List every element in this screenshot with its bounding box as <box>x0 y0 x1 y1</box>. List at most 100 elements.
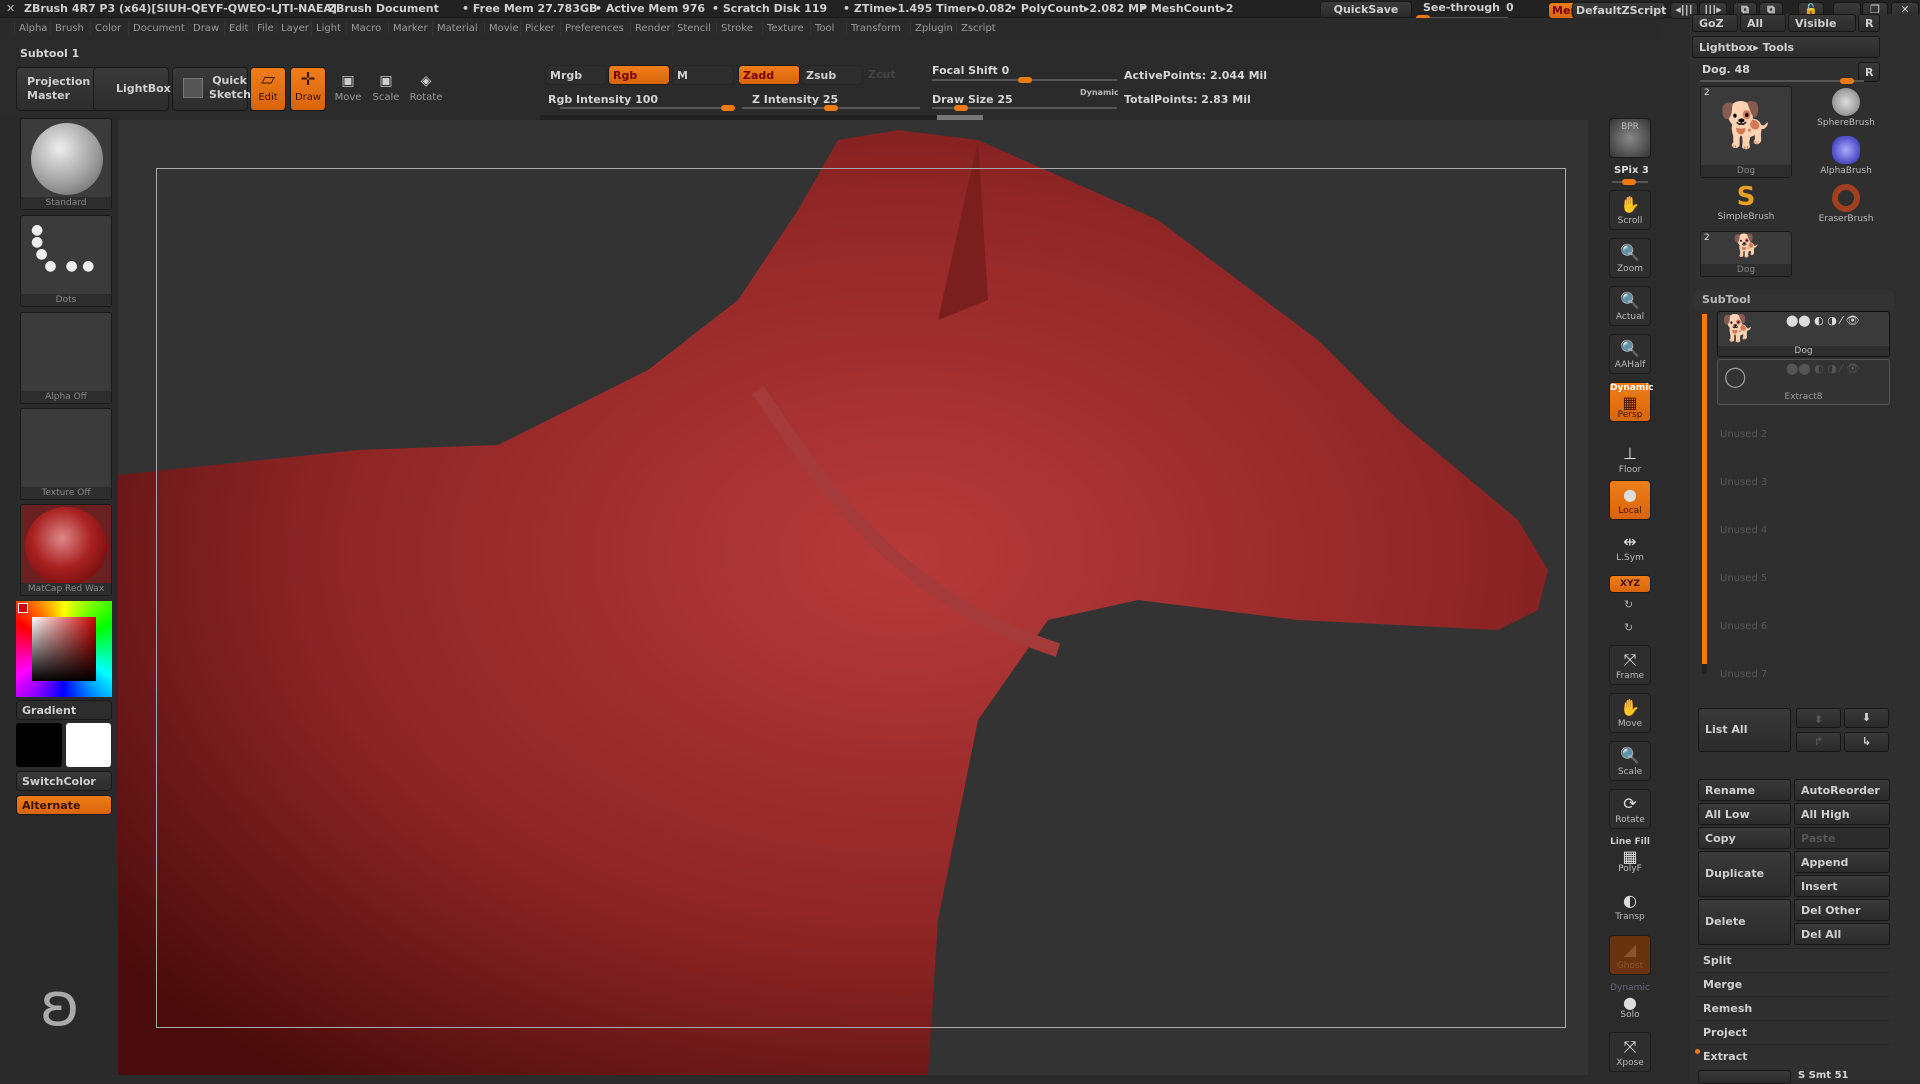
menu-stroke[interactable]: Stroke <box>716 22 757 35</box>
all-button[interactable]: All <box>1740 14 1786 32</box>
mrgb-button[interactable]: Mrgb <box>545 65 607 85</box>
dynamic-toggle[interactable]: Dynamic <box>1080 88 1119 97</box>
zcut-button[interactable]: Zcut <box>868 68 896 81</box>
tool-r-button[interactable]: R <box>1858 62 1880 82</box>
menu-file[interactable]: File <box>252 22 278 35</box>
rgb-button[interactable]: Rgb <box>608 65 670 85</box>
goz-button[interactable]: GoZ <box>1692 14 1738 32</box>
default-zscript-button[interactable]: DefaultZScript <box>1572 2 1666 19</box>
menu-material[interactable]: Material <box>432 22 482 35</box>
move-button[interactable]: ▣ Move <box>330 70 366 110</box>
rotate-y-icon[interactable]: ↻ <box>1624 598 1633 611</box>
tool-slider[interactable] <box>1700 78 1864 84</box>
move-button-shelf[interactable]: ✋ Move <box>1609 693 1651 733</box>
persp-button[interactable]: Dynamic ▦ Persp <box>1609 382 1654 422</box>
extract-section[interactable]: Extract <box>1695 1044 1890 1066</box>
move-down-icon[interactable]: ⬇ <box>1844 708 1889 728</box>
insert-button[interactable]: Insert <box>1794 875 1890 897</box>
transp-button[interactable]: ◐ Transp <box>1609 887 1651 927</box>
menu-color[interactable]: Color <box>90 22 125 35</box>
draw-size-slider[interactable] <box>932 105 1117 111</box>
solo-button[interactable]: Dynamic ● Solo <box>1609 983 1651 1023</box>
project-section[interactable]: Project <box>1695 1020 1890 1042</box>
draw-button[interactable]: ✛ Draw <box>290 67 326 111</box>
menu-zplugin[interactable]: Zplugin <box>910 22 957 35</box>
tool-simplebrush[interactable]: S SimpleBrush <box>1702 182 1790 230</box>
stroke-thumbnail[interactable]: ● ● ● ● ● ● Dots <box>20 215 112 307</box>
menu-render[interactable]: Render <box>630 22 675 35</box>
focal-shift-slider[interactable] <box>932 77 1117 83</box>
copy-button[interactable]: Copy <box>1698 827 1791 849</box>
visible-button[interactable]: Visible <box>1788 14 1856 32</box>
scale-button-shelf[interactable]: 🔍 Scale <box>1609 741 1651 781</box>
local-button[interactable]: ● Local <box>1609 480 1651 520</box>
frame-button[interactable]: ⤧ Frame <box>1609 645 1651 685</box>
split-section[interactable]: Split <box>1695 948 1890 970</box>
actual-button[interactable]: 🔍 Actual <box>1609 286 1651 326</box>
subtool-header[interactable]: SubTool <box>1694 290 1894 310</box>
tool-eraserbrush[interactable]: EraserBrush <box>1806 182 1886 230</box>
bpr-button[interactable]: BPR <box>1609 118 1651 158</box>
menu-picker[interactable]: Picker <box>520 22 559 35</box>
subtool-item-extract8[interactable]: ◯ ⬤⬤ ◐ ◑ ⁄ 👁 Extract8 <box>1717 359 1890 405</box>
subtool-item-dog[interactable]: 🐕 ⬤⬤ ◐ ◑ ⁄ 👁 Dog <box>1717 311 1890 357</box>
menu-light[interactable]: Light <box>311 22 345 35</box>
r-button[interactable]: R <box>1858 14 1880 32</box>
all-low-button[interactable]: All Low <box>1698 803 1791 825</box>
main-color-swatch[interactable] <box>16 723 62 767</box>
arrow-down-right-icon[interactable]: ↳ <box>1844 732 1889 752</box>
zadd-button[interactable]: Zadd <box>738 65 800 85</box>
menu-zscript[interactable]: Zscript <box>956 22 1000 35</box>
rotate-button[interactable]: ◈ Rotate <box>408 70 444 110</box>
scale-button[interactable]: ▣ Scale <box>368 70 404 110</box>
polyf-button[interactable]: Line Fill ▦ PolyF <box>1609 837 1651 877</box>
edit-button[interactable]: ▱ Edit <box>250 67 286 111</box>
spix-slider[interactable] <box>1612 179 1648 185</box>
scroll-button[interactable]: ✋ Scroll <box>1609 190 1651 230</box>
menu-brush[interactable]: Brush <box>50 22 88 35</box>
zoom-button[interactable]: 🔍 Zoom <box>1609 238 1651 278</box>
append-button[interactable]: Append <box>1794 851 1890 873</box>
menu-edit[interactable]: Edit <box>224 22 252 35</box>
menu-layer[interactable]: Layer <box>276 22 313 35</box>
delete-button[interactable]: Delete <box>1698 899 1791 945</box>
tool-dog-large[interactable]: 2 🐕 Dog <box>1700 86 1792 178</box>
autoreorder-button[interactable]: AutoReorder <box>1794 779 1890 801</box>
color-saturation-square[interactable] <box>32 617 96 681</box>
alternate-button[interactable]: Alternate <box>16 795 112 815</box>
menu-tool[interactable]: Tool <box>810 22 838 35</box>
arrow-up-right-icon[interactable]: ↱ <box>1796 732 1841 752</box>
rename-button[interactable]: Rename <box>1698 779 1791 801</box>
texture-thumbnail[interactable]: Texture Off <box>20 408 112 500</box>
tool-spherebrush[interactable]: SphereBrush <box>1806 86 1886 134</box>
subtool-visibility-icons[interactable]: ⬤⬤ ◐ ◑ ⁄ 👁 <box>1786 362 1860 375</box>
s-smt-slider[interactable]: S Smt 51 <box>1798 1070 1848 1081</box>
tool-alphabrush[interactable]: AlphaBrush <box>1806 134 1886 182</box>
list-all-button[interactable]: List All <box>1698 708 1791 752</box>
zsub-button[interactable]: Zsub <box>801 65 863 85</box>
material-thumbnail[interactable]: MatCap Red Wax <box>20 504 112 596</box>
menu-document[interactable]: Document <box>128 22 189 35</box>
subtool-scrollbar[interactable] <box>1702 314 1707 674</box>
z-intensity-slider[interactable] <box>742 105 920 111</box>
duplicate-button[interactable]: Duplicate <box>1698 851 1791 897</box>
extract-button[interactable] <box>1698 1070 1791 1084</box>
paste-button[interactable]: Paste <box>1794 827 1890 849</box>
switchcolor-button[interactable]: SwitchColor <box>16 771 112 791</box>
merge-section[interactable]: Merge <box>1695 972 1890 994</box>
move-up-icon[interactable]: ⬍ <box>1796 708 1841 728</box>
menu-stencil[interactable]: Stencil <box>672 22 715 35</box>
brush-thumbnail[interactable]: Standard <box>20 118 112 210</box>
alpha-thumbnail[interactable]: Alpha Off <box>20 312 112 404</box>
menu-macro[interactable]: Macro <box>346 22 385 35</box>
menu-draw[interactable]: Draw <box>188 22 223 35</box>
subtool-visibility-icons[interactable]: ⬤⬤ ◐ ◑ ⁄ 👁 <box>1786 314 1860 327</box>
aahalf-button[interactable]: 🔍 AAHalf <box>1609 334 1651 374</box>
lightbox-button[interactable]: LightBox <box>93 67 171 111</box>
m-button[interactable]: M <box>672 65 734 85</box>
rotate-z-icon[interactable]: ↻ <box>1624 621 1633 634</box>
del-all-button[interactable]: Del All <box>1794 923 1890 945</box>
quick-sketch-button[interactable]: Quick Sketch <box>172 67 251 111</box>
tool-dog-small[interactable]: 2 🐕 Dog <box>1700 231 1792 277</box>
ghost-button[interactable]: ◢ Ghost <box>1609 935 1651 975</box>
